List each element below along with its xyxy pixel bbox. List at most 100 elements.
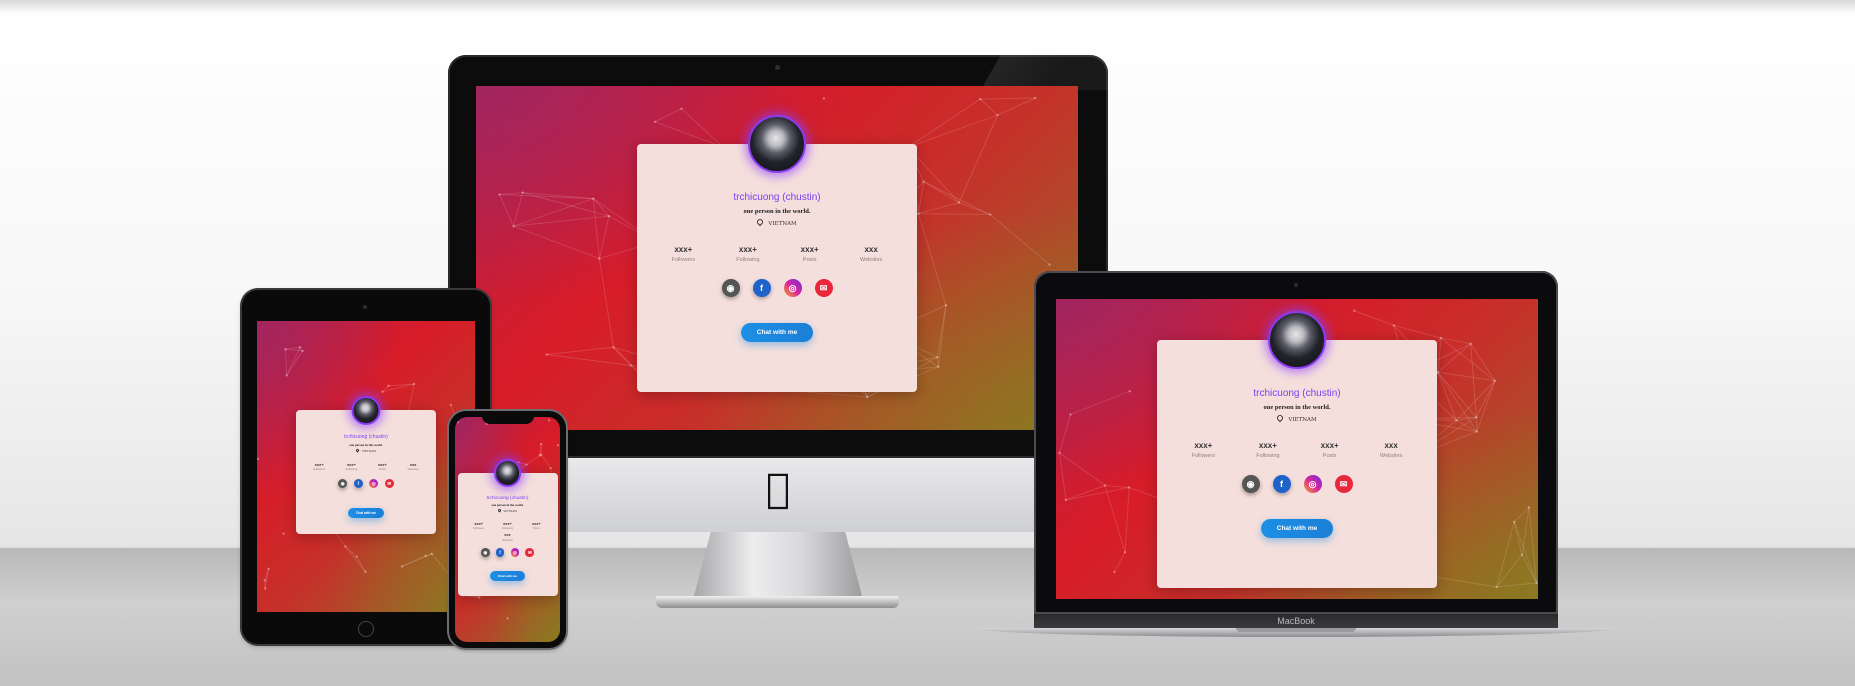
profile-name: trchicuong (chustin) — [1253, 388, 1341, 399]
stat-value: xxx+ — [314, 461, 324, 467]
facebook-link[interactable]: f — [353, 479, 363, 488]
social-links: ◉ f ◎ ✉ — [1157, 475, 1437, 493]
stat-value: xxx+ — [738, 245, 757, 254]
profile-bio: one person in the world. — [1263, 404, 1331, 411]
stat-item: xxx+ Posts — [522, 522, 551, 530]
stat-item: xxx+ Posts — [1321, 441, 1339, 459]
stat-value: xxx — [409, 461, 417, 467]
stat-label: Posts — [533, 527, 540, 531]
facebook-link[interactable]: f — [752, 279, 771, 297]
location-text: VIETNAM — [361, 448, 376, 453]
laptop-screen: trchicuong (chustin) one person in the wo… — [1056, 299, 1538, 599]
stat-item: xxx+ Followers — [313, 462, 325, 472]
profile-location: VIETNAM — [1157, 413, 1437, 423]
facebook-link[interactable]: f — [1272, 475, 1291, 493]
laptop-brand-label: MacBook — [1277, 616, 1315, 626]
stat-label: Followers — [1191, 453, 1216, 459]
profile-card: trchicuong (chustin) one person in the wo… — [296, 395, 436, 534]
instagram-link[interactable]: ◎ — [369, 479, 379, 488]
mail-link[interactable]: ✉ — [384, 479, 394, 488]
stat-item: xxx+ Following — [736, 245, 759, 263]
github-icon: ◉ — [726, 282, 735, 293]
stat-label: Posts — [378, 468, 386, 471]
iphone-notch — [482, 415, 534, 424]
stat-value: xxx+ — [474, 521, 483, 526]
stat-value: xxx — [1384, 441, 1398, 450]
stat-label: Posts — [1322, 453, 1337, 459]
stat-item: xxx+ Followers — [464, 522, 493, 530]
stat-item: xxx+ Followers — [1192, 441, 1216, 459]
ipad-home-button — [358, 621, 374, 637]
github-link[interactable]: ◉ — [338, 479, 348, 488]
profile-card: trchicuong (chustin) one person in the wo… — [637, 115, 917, 392]
profile-bio: one person in the world. — [743, 208, 811, 215]
mail-link[interactable]: ✉ — [525, 548, 535, 557]
stat-label: Websites — [859, 257, 883, 263]
mail-link[interactable]: ✉ — [1334, 475, 1353, 493]
chat-button[interactable]: Chat with me — [740, 323, 814, 342]
stat-value: xxx+ — [674, 245, 693, 254]
profile-bio: one person in the world. — [349, 442, 383, 447]
stat-value: xxx+ — [1194, 441, 1213, 450]
stat-label: Following — [345, 468, 358, 471]
laptop-base-notch — [1236, 628, 1356, 632]
stats-row: xxx+ Followers xxx+ Following xxx+ Posts xxx We… — [296, 462, 436, 472]
facebook-icon: f — [760, 283, 763, 293]
stat-item: xxx Websites — [493, 533, 522, 541]
facebook-icon: f — [357, 481, 360, 486]
stat-label: Websites — [1379, 453, 1403, 459]
github-icon: ◉ — [483, 549, 488, 555]
facebook-link[interactable]: f — [495, 548, 505, 557]
chat-button[interactable]: Chat with me — [347, 508, 385, 518]
imac-screen: trchicuong (chustin) one person in the wo… — [476, 86, 1078, 430]
github-link[interactable]: ◉ — [480, 548, 490, 557]
mail-icon: ✉ — [387, 480, 392, 486]
stat-value: xxx+ — [346, 461, 356, 467]
facebook-icon: f — [1280, 479, 1283, 489]
stat-label: Followers — [313, 468, 326, 471]
profile-card: trchicuong (chustin) one person in the wo… — [457, 459, 558, 596]
imac-glare — [968, 55, 1108, 90]
stat-item: xxx+ Following — [493, 522, 522, 530]
stat-label: Followers — [671, 257, 696, 263]
stat-value: xxx+ — [1258, 441, 1277, 450]
stat-value: xxx+ — [532, 521, 541, 526]
stat-label: Following — [1256, 453, 1280, 459]
stat-value: xxx+ — [800, 245, 819, 254]
github-link[interactable]: ◉ — [1241, 475, 1260, 493]
stat-item: xxx+ Posts — [801, 245, 819, 263]
mail-icon: ✉ — [819, 282, 828, 293]
chat-button[interactable]: Chat with me — [1260, 519, 1334, 538]
stat-item: xxx Websites — [407, 462, 418, 472]
stats-row: xxx+ Followers xxx+ Following xxx+ Posts xxx We… — [1157, 441, 1437, 459]
instagram-icon: ◎ — [371, 480, 376, 486]
apple-logo-icon:  — [760, 467, 796, 511]
stat-item: xxx+ Following — [1256, 441, 1279, 459]
instagram-link[interactable]: ◎ — [783, 279, 802, 297]
location-pin-icon — [355, 447, 360, 453]
social-links: ◉ f ◎ ✉ — [296, 479, 436, 488]
location-text: VIETNAM — [1288, 417, 1317, 423]
social-links: ◉ f ◎ ✉ — [637, 279, 917, 297]
chat-button[interactable]: Chat with me — [490, 570, 525, 581]
profile-name: trchicuong (chustin) — [344, 434, 388, 440]
location-text: VIETNAM — [768, 221, 797, 227]
stat-value: xxx — [504, 533, 511, 538]
instagram-link[interactable]: ◎ — [510, 548, 520, 557]
instagram-link[interactable]: ◎ — [1303, 475, 1322, 493]
stat-label: Websites — [407, 468, 419, 471]
profile-bio: one person in the world. — [491, 503, 524, 508]
stats-row: xxx+ Followers xxx+ Following xxx+ Posts xxx We… — [637, 245, 917, 263]
github-icon: ◉ — [1246, 478, 1255, 489]
stat-value: xxx+ — [503, 521, 512, 526]
stat-value: xxx — [864, 245, 878, 254]
facebook-icon: f — [499, 550, 501, 556]
stat-value: xxx+ — [1320, 441, 1339, 450]
stat-value: xxx+ — [377, 461, 387, 467]
mail-link[interactable]: ✉ — [814, 279, 833, 297]
location-text: VIETNAM — [503, 510, 517, 514]
stat-label: Following — [736, 257, 760, 263]
avatar — [351, 395, 381, 425]
stat-item: xxx+ Followers — [672, 245, 696, 263]
github-link[interactable]: ◉ — [721, 279, 740, 297]
